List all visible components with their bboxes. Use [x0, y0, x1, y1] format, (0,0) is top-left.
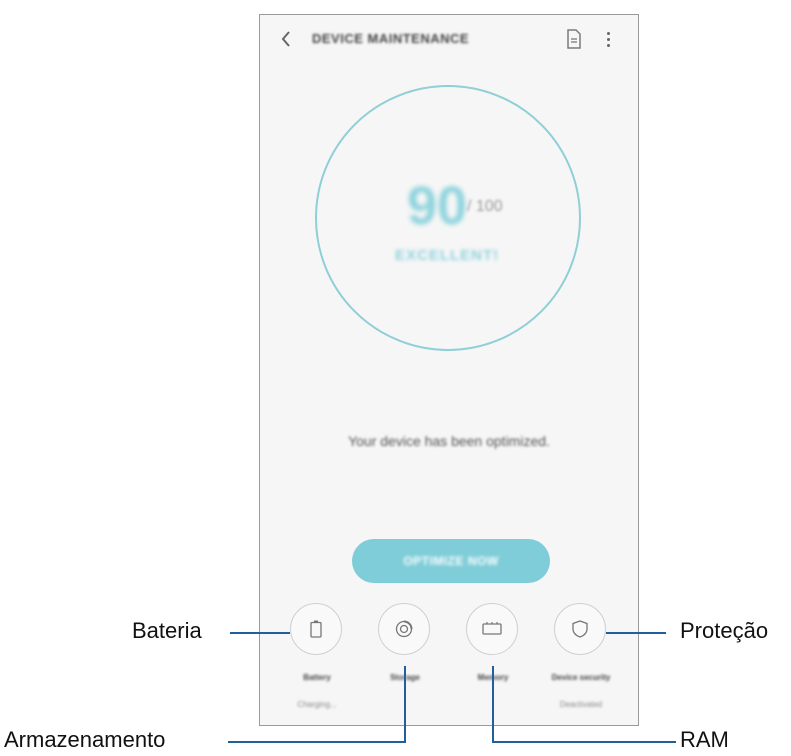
more-vert-icon[interactable]: [602, 27, 614, 51]
score-status: EXCELLENT!: [395, 247, 500, 264]
callout-line-ram-vertical: [492, 666, 494, 742]
score-max: / 100: [467, 198, 503, 215]
optimized-message: Your device has been optimized.: [348, 433, 550, 449]
callout-line-armazenamento-vertical: [404, 666, 406, 742]
tile-status: Charging...: [297, 700, 337, 709]
optimize-now-button[interactable]: OPTIMIZE NOW: [352, 539, 550, 583]
tile-label: Battery: [303, 673, 331, 682]
tile-status: Deactivated: [559, 700, 603, 709]
storage-icon: [378, 603, 430, 655]
app-bar: DEVICE MAINTENANCE: [260, 15, 638, 65]
tile-device-security[interactable]: Device security Deactivated: [544, 603, 618, 723]
back-arrow-icon[interactable]: [276, 29, 296, 49]
callout-line-ram-horizontal: [492, 741, 676, 743]
optimize-button-label: OPTIMIZE NOW: [403, 554, 499, 568]
score-ring: 90 / 100 EXCELLENT!: [315, 85, 581, 351]
memory-icon: [466, 603, 518, 655]
score-value: 90: [407, 176, 468, 236]
page-title: DEVICE MAINTENANCE: [312, 31, 470, 46]
shield-icon: [554, 603, 606, 655]
tile-battery[interactable]: Battery Charging...: [280, 603, 354, 723]
callout-ram: RAM: [680, 727, 729, 752]
battery-icon: [290, 603, 342, 655]
callout-protecao: Proteção: [680, 618, 769, 643]
phone-screen: DEVICE MAINTENANCE 90 / 100 EXCELLENT! Y…: [259, 14, 639, 726]
callout-armazenamento: Armazenamento: [4, 727, 166, 752]
document-icon[interactable]: [566, 29, 584, 49]
callout-line-protecao: [606, 632, 666, 634]
tile-label: Device security: [551, 673, 611, 682]
callout-line-armazenamento-horizontal: [228, 741, 406, 743]
callout-line-bateria: [230, 632, 290, 634]
callout-bateria: Bateria: [132, 618, 202, 643]
